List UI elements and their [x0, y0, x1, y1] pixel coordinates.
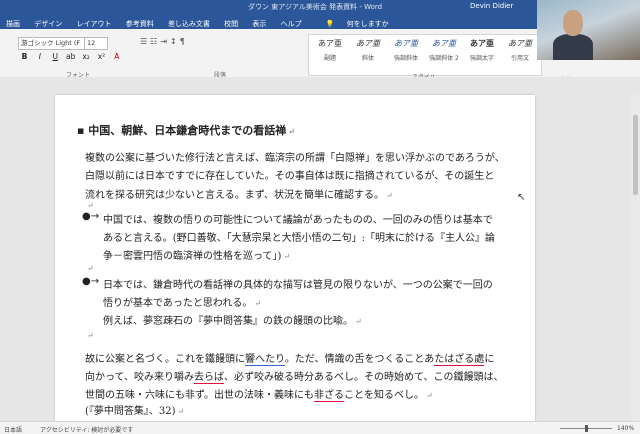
bullet-marker: ●→: [82, 211, 100, 222]
tell-me-search[interactable]: 💡 何をしますか: [314, 15, 401, 33]
spellcheck-underline: 非ざる: [314, 390, 344, 402]
tab-view[interactable]: 表示: [246, 17, 272, 31]
tab-design[interactable]: デザイン: [28, 17, 68, 31]
status-bar: 日本語 アクセシビリティ: 検討が必要です 140%: [0, 421, 640, 434]
webcam-overlay: [537, 0, 640, 60]
ruler: [0, 77, 640, 85]
empty-line-mark: ↵: [87, 201, 94, 210]
mouse-cursor-icon: ↖: [517, 192, 526, 203]
bullet-line: 例えば、夢窓疎石の『夢中問答集』の鉄の饅頭の比喩。 ↵: [103, 316, 362, 327]
document-page[interactable]: ▪ 中国、朝鮮、日本鎌倉時代までの看話禅 ↵ 複数の公案に基づいた修行法と言えば、…: [55, 95, 535, 421]
quote-citation: (『夢中問答集』、32) ↵: [85, 406, 185, 417]
bullet-line: あると言える。(野口善敬、「大慧宗杲と大悟小悟の二句」:「明末に於ける『主人公』…: [103, 233, 495, 244]
bullet-line: 中国では、複数の悟りの可能性について議論があったものの、一回のみの悟りは基本で: [103, 215, 493, 226]
font-group: フォント: [18, 33, 138, 79]
spellcheck-underline: 響へたり: [245, 354, 285, 366]
tab-mailings[interactable]: 差し込み文書: [162, 17, 216, 31]
styles-group: スタイル: [308, 33, 540, 81]
bullet-line: 悟りが基本であったと思われる。 ↵: [103, 298, 262, 309]
document-title: ダウン 東アジアル美術会 発表資料 - Word: [248, 3, 383, 11]
tab-draw[interactable]: 描画: [0, 17, 26, 31]
zoom-slider-knob[interactable]: [585, 425, 588, 432]
tab-layout[interactable]: レイアウト: [70, 17, 117, 31]
spellcheck-underline: たはざる處: [434, 354, 485, 366]
bullet-line: 争－密雲円悟の臨済禅の性格を巡って」) ↵: [103, 251, 291, 262]
paragraph-line: 白隠以前には日本ですでに存在していた。その事自体は既に指摘されているが、その誕生…: [85, 171, 495, 182]
lightbulb-icon: 💡: [325, 20, 335, 28]
paragraph-group: 段落: [140, 33, 300, 79]
paragraph-line: 流れを探る研究は少ないと言える。まず、状況を簡単に確認する。 ↵: [85, 190, 393, 201]
empty-line-mark: ↵: [87, 331, 94, 340]
bullet-line: 日本では、鎌倉時代の看話禅の具体的な描写は管見の限りないが、一つの公案で一回の: [103, 280, 493, 291]
paragraph-line: 複数の公案に基づいた修行法と言えば、臨済宗の所謂「白隠禅」を思い浮かぶのであろう…: [85, 153, 505, 164]
section-heading: ▪ 中国、朝鮮、日本鎌倉時代までの看話禅 ↵: [77, 124, 295, 137]
quote-line: 向かって、咬み来り嚼み去らば、必ず咬み破る時分あるべし。その時始めて、この鐵饅頭…: [85, 372, 504, 384]
person-face: [563, 10, 583, 36]
empty-line-mark: ↵: [87, 264, 94, 273]
tab-help[interactable]: ヘルプ: [275, 17, 308, 31]
tab-references[interactable]: 参考資料: [120, 17, 160, 31]
person-shirt: [553, 34, 593, 60]
bullet-marker: ●→: [82, 276, 100, 287]
zoom-level[interactable]: 140%: [617, 425, 634, 432]
quote-line: 故に公案と名づく。これを鐵饅頭に響へたり。ただ、情識の舌をつくることあたはざる處…: [85, 354, 495, 366]
scrollbar-thumb[interactable]: [633, 115, 638, 195]
tell-me-label: 何をしますか: [346, 20, 389, 28]
vertical-scrollbar[interactable]: [631, 95, 640, 421]
quote-line: 世間の五味・六味にも非ず。出世の法味・義味にも非ざることを知るべし。 ↵: [85, 390, 433, 402]
spellcheck-underline: 去らば: [194, 372, 224, 384]
tab-review[interactable]: 校閲: [218, 17, 244, 31]
user-name[interactable]: Devin Didier: [470, 2, 513, 10]
